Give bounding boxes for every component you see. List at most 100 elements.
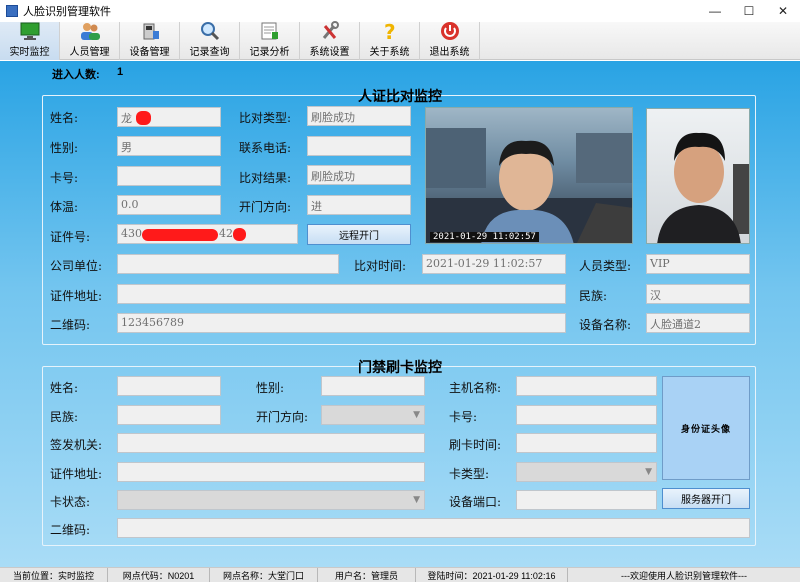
host-name-field bbox=[516, 376, 657, 396]
face-name-field: 龙 bbox=[117, 107, 221, 127]
name-redaction bbox=[136, 111, 151, 125]
match-type-label: 比对类型: bbox=[239, 111, 292, 125]
phone-label: 联系电话: bbox=[239, 141, 292, 155]
window-title: 人脸识别管理软件 bbox=[23, 6, 111, 18]
match-result-label: 比对结果: bbox=[239, 171, 292, 185]
face-id-label: 证件号: bbox=[50, 230, 91, 244]
magnifier-icon bbox=[198, 21, 222, 41]
address-field bbox=[117, 284, 566, 304]
toolbar-device-button[interactable]: 设备管理 bbox=[120, 22, 180, 60]
card-qrcode-label: 二维码: bbox=[50, 523, 91, 537]
card-door-direction-select[interactable]: ▼ bbox=[321, 405, 425, 425]
door-direction-field: 进 bbox=[307, 195, 411, 215]
analysis-icon bbox=[258, 21, 282, 41]
person-type-field: VIP bbox=[646, 254, 750, 274]
card-type-select[interactable]: ▼ bbox=[516, 462, 657, 482]
minimize-button[interactable]: — bbox=[698, 0, 732, 22]
face-name-label: 姓名: bbox=[50, 111, 79, 125]
company-label: 公司单位: bbox=[50, 259, 103, 273]
status-location: 当前位置：实时监控 bbox=[0, 568, 108, 582]
card-name-label: 姓名: bbox=[50, 381, 79, 395]
swipe-time-label: 刷卡时间: bbox=[449, 438, 502, 452]
remote-open-button[interactable]: 远程开门 bbox=[307, 224, 411, 245]
qrcode-label: 二维码: bbox=[50, 318, 91, 332]
entry-count-value: 1 bbox=[117, 66, 124, 78]
card-address-label: 证件地址: bbox=[50, 467, 103, 481]
toolbar-query-button[interactable]: 记录查询 bbox=[180, 22, 240, 60]
issuer-label: 签发机关: bbox=[50, 438, 103, 452]
close-button[interactable]: ✕ bbox=[766, 0, 800, 22]
host-name-label: 主机名称: bbox=[449, 381, 502, 395]
card-nation-field bbox=[117, 405, 221, 425]
match-type-field: 刷脸成功 bbox=[307, 106, 411, 126]
card-status-select[interactable]: ▼ bbox=[117, 490, 425, 510]
title-bar: 人脸识别管理软件 — ☐ ✕ bbox=[0, 0, 800, 22]
toolbar-people-button[interactable]: 人员管理 bbox=[60, 22, 120, 60]
door-direction-label: 开门方向: bbox=[239, 200, 292, 214]
id-redaction bbox=[142, 229, 218, 241]
device-icon bbox=[138, 21, 162, 41]
card-door-direction-label: 开门方向: bbox=[256, 410, 309, 424]
face-card-label: 卡号: bbox=[50, 171, 79, 185]
toolbar-settings-button[interactable]: 系统设置 bbox=[300, 21, 360, 60]
id-photo-box: 身份证头像 bbox=[662, 376, 750, 480]
phone-field bbox=[307, 136, 411, 156]
svg-text:?: ? bbox=[384, 21, 396, 41]
status-welcome: ---欢迎使用人脸识别管理软件--- bbox=[621, 570, 747, 581]
wrench-icon bbox=[318, 21, 342, 41]
entry-count-label: 进入人数: bbox=[52, 69, 100, 81]
card-panel-title: 门禁刷卡监控 bbox=[358, 359, 442, 375]
camera-snapshot: 2021-01-29 11:02:57 bbox=[425, 107, 633, 244]
server-open-button[interactable]: 服务器开门 bbox=[662, 488, 750, 509]
status-bar: 当前位置：实时监控 网点代码：N0201 网点名称：大堂门口 用户名：管理员 登… bbox=[0, 567, 800, 582]
question-icon: ? bbox=[378, 21, 402, 41]
chevron-down-icon: ▼ bbox=[645, 467, 652, 477]
status-site-code: 网点代码：N0201 bbox=[108, 568, 210, 582]
monitor-icon bbox=[18, 21, 42, 41]
face-name-value: 龙 bbox=[121, 112, 132, 125]
toolbar: 实时监控 人员管理 设备管理 记录查询 记录分析 系统设置 ? 关于系统 退出系… bbox=[0, 21, 800, 60]
face-id-field: 430 421 bbox=[117, 224, 298, 244]
qrcode-field: 123456789 bbox=[117, 313, 566, 333]
toolbar-analysis-button[interactable]: 记录分析 bbox=[240, 22, 300, 60]
status-site-name: 网点名称：大堂门口 bbox=[210, 568, 318, 582]
nation-label: 民族: bbox=[579, 289, 608, 303]
match-time-label: 比对时间: bbox=[354, 259, 407, 273]
person-type-label: 人员类型: bbox=[579, 259, 632, 273]
app-icon bbox=[6, 5, 18, 17]
card-type-label: 卡类型: bbox=[449, 467, 490, 481]
status-login-time: 登陆时间：2021-01-29 11:02:16 bbox=[416, 568, 568, 582]
toolbar-about-button[interactable]: ? 关于系统 bbox=[360, 21, 420, 60]
camera-timestamp: 2021-01-29 11:02:57 bbox=[430, 232, 539, 242]
card-name-field bbox=[117, 376, 221, 396]
card-address-field bbox=[117, 462, 425, 482]
face-gender-field: 男 bbox=[117, 136, 221, 156]
face-gender-label: 性别: bbox=[50, 141, 79, 155]
device-port-field bbox=[516, 490, 657, 510]
chevron-down-icon: ▼ bbox=[413, 410, 420, 420]
device-name-field: 人脸通道2 bbox=[646, 313, 750, 333]
address-label: 证件地址: bbox=[50, 289, 103, 303]
toolbar-exit-button[interactable]: 退出系统 bbox=[420, 22, 480, 60]
device-name-label: 设备名称: bbox=[579, 318, 632, 332]
card-qrcode-field bbox=[117, 518, 750, 538]
toolbar-realtime-button[interactable]: 实时监控 bbox=[0, 22, 60, 60]
id-prefix: 430 bbox=[121, 227, 142, 240]
users-icon bbox=[78, 21, 102, 41]
face-panel-title: 人证比对监控 bbox=[358, 88, 442, 104]
card-nation-label: 民族: bbox=[50, 410, 79, 424]
face-temp-label: 体温: bbox=[50, 200, 79, 214]
company-field bbox=[117, 254, 339, 274]
chevron-down-icon: ▼ bbox=[413, 495, 420, 505]
maximize-button[interactable]: ☐ bbox=[732, 0, 766, 22]
face-temp-field: 0.0 bbox=[117, 195, 221, 215]
id-redaction-2 bbox=[233, 228, 246, 241]
device-port-label: 设备端口: bbox=[449, 495, 502, 509]
card-status-label: 卡状态: bbox=[50, 495, 91, 509]
status-user: 用户名：管理员 bbox=[318, 568, 416, 582]
match-result-field: 刷脸成功 bbox=[307, 165, 411, 185]
match-time-field: 2021-01-29 11:02:57 bbox=[422, 254, 566, 274]
card-gender-label: 性别: bbox=[256, 381, 285, 395]
id-photo-label: 身份证头像 bbox=[680, 424, 731, 435]
card-number-field bbox=[516, 405, 657, 425]
